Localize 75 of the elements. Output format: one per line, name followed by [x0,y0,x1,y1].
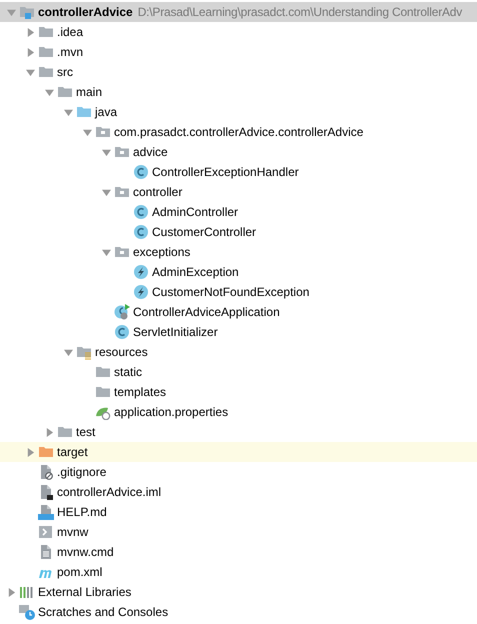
class-icon [133,224,149,240]
tree-item-label[interactable]: mvnw [57,525,88,539]
scratches-icon [19,604,35,620]
caret-down-icon[interactable] [64,348,72,356]
project-path: D:\Prasad\Learning\prasadct.com\Understanding ControllerAdv [138,5,462,19]
folder-icon [38,24,54,40]
ignored-file-icon [38,464,54,480]
tree-item-label[interactable]: exceptions [133,245,190,259]
folder-icon [95,364,111,380]
caret-down-icon[interactable] [82,128,92,136]
tree-item-label[interactable]: ServletInitializer [133,325,218,339]
tree-item-label[interactable]: test [76,425,96,439]
module-file-icon [38,484,54,500]
tree-item-label[interactable]: mvnw.cmd [57,545,114,559]
tree-item-label[interactable]: ControllerAdviceApplication [133,305,280,319]
folder-icon [57,84,73,100]
lightning-icon [133,264,149,280]
tree-item-label[interactable]: resources [95,345,148,359]
tree-item-label[interactable]: AdminException [152,265,239,279]
libraries-icon [19,584,35,600]
text-file-icon [38,544,54,560]
folder-icon [57,424,73,440]
tree-item-label[interactable]: target [57,445,88,459]
caret-down-icon[interactable] [102,248,110,256]
folder-icon [38,64,54,80]
tree-item-label[interactable]: ControllerExceptionHandler [152,165,299,179]
caret-down-icon[interactable] [102,148,110,156]
caret-down-icon[interactable] [44,88,54,96]
caret-down-icon[interactable] [102,188,110,196]
tree-item-label[interactable]: advice [133,145,168,159]
resources-folder-icon [76,344,92,360]
class-icon [133,164,149,180]
caret-down-icon[interactable] [6,8,16,16]
terminal-icon [38,524,54,540]
caret-right-icon[interactable] [26,48,34,56]
tree-item-label[interactable]: main [76,85,102,99]
tree-item-label[interactable]: java [95,105,118,119]
class-icon [114,324,130,340]
tree-item-label[interactable]: HELP.md [57,505,107,519]
package-icon [114,244,130,260]
package-icon [114,184,130,200]
caret-right-icon[interactable] [26,448,34,456]
tree-item-label[interactable]: .gitignore [57,465,106,479]
caret-down-icon[interactable] [64,108,72,116]
tree-item-label[interactable]: pom.xml [57,565,102,579]
markdown-file-icon [38,504,54,520]
package-icon [114,144,130,160]
tree-item-label[interactable]: application.properties [114,405,228,419]
tree-item-label[interactable]: .idea [57,25,84,39]
tree-item-label[interactable]: External Libraries [38,585,132,599]
lightning-icon [133,284,149,300]
caret-down-icon[interactable] [26,68,34,76]
tree-item-label[interactable]: controllerAdvice.iml [57,485,162,499]
run-class-icon [114,304,130,320]
package-icon [95,124,111,140]
class-icon [133,204,149,220]
folder-icon [95,384,111,400]
tree-item-label[interactable]: src [57,65,73,79]
module-folder-icon [19,4,35,20]
folder-icon [76,104,92,120]
tree-item-label[interactable]: Scratches and Consoles [38,605,168,619]
folder-icon [38,44,54,60]
tree-item-label[interactable]: controller [133,185,182,199]
folder-icon [38,444,54,460]
tree-item-label[interactable]: CustomerNotFoundException [152,285,310,299]
project-name[interactable]: controllerAdvice [38,5,133,19]
tree-item-label[interactable]: .mvn [57,45,84,59]
caret-right-icon[interactable] [44,428,54,436]
tree-item-label[interactable]: AdminController [152,205,238,219]
caret-right-icon[interactable] [6,588,16,596]
tree-item-label[interactable]: templates [114,385,166,399]
caret-right-icon[interactable] [26,28,34,36]
tree-item-label[interactable]: CustomerController [152,225,256,239]
tree-item-label[interactable]: com.prasadct.controllerAdvice.controllerAdvice [114,125,364,139]
tree-item-label[interactable]: static [114,365,142,379]
